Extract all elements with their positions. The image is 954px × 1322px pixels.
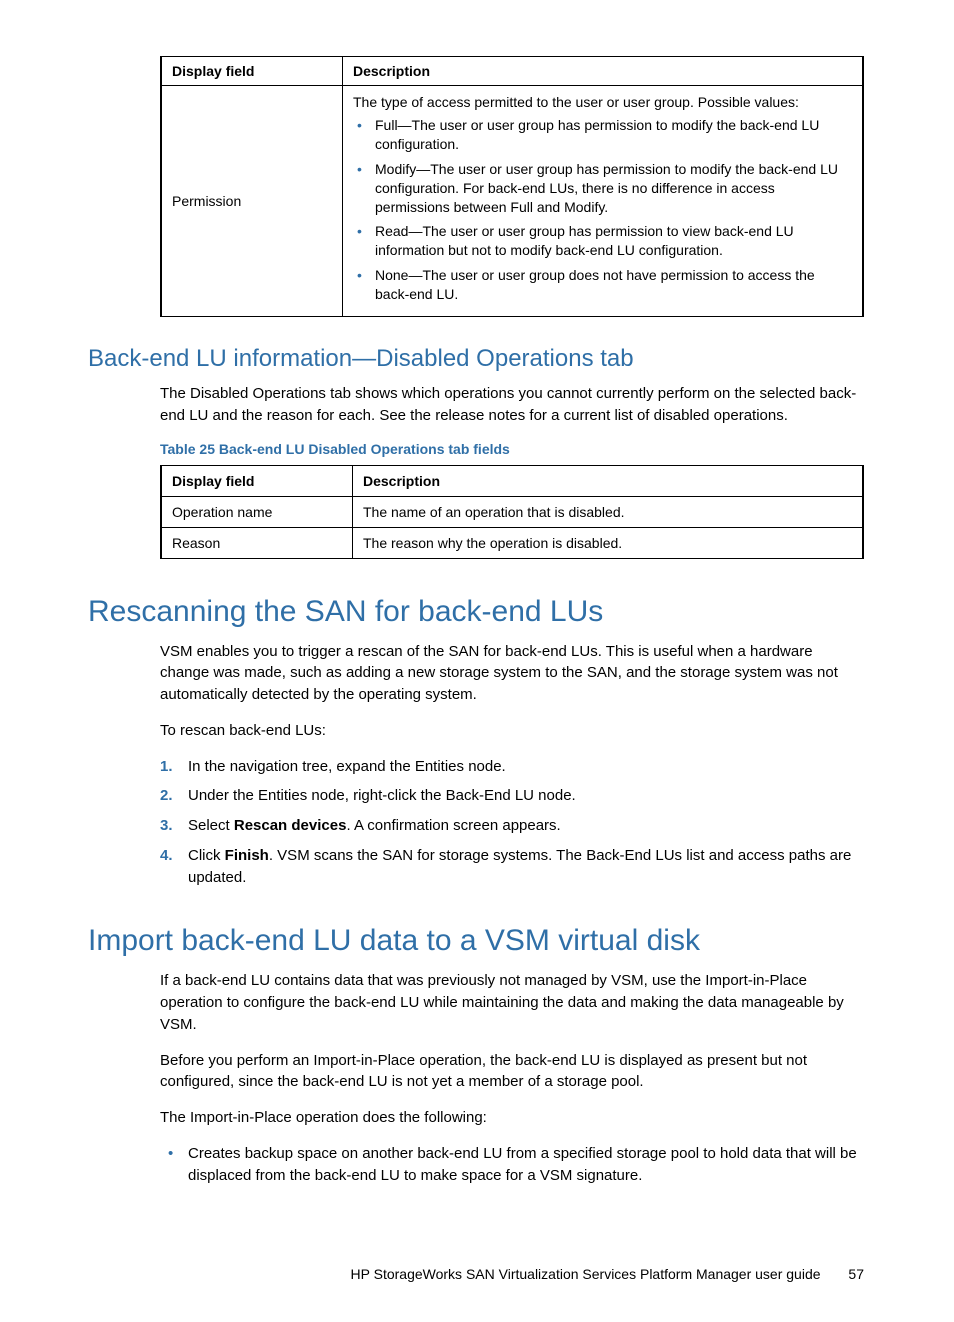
step-item: In the navigation tree, expand the Entit… xyxy=(188,756,864,778)
step-item: Select Rescan devices. A confirmation sc… xyxy=(188,815,864,837)
table-row: Reason The reason why the operation is d… xyxy=(161,527,863,558)
table-cell-desc: The type of access permitted to the user… xyxy=(343,86,864,317)
page-number: 57 xyxy=(848,1266,864,1282)
chapter-para: Before you perform an Import-in-Place op… xyxy=(88,1050,864,1094)
step-text-post: . VSM scans the SAN for storage systems.… xyxy=(188,847,851,886)
table-cell-desc: The reason why the operation is disabled… xyxy=(353,527,864,558)
list-item: Creates backup space on another back-end… xyxy=(188,1143,864,1187)
step-text-post: . A confirmation screen appears. xyxy=(346,817,560,834)
step-text-bold: Rescan devices xyxy=(234,817,347,834)
disabled-ops-table: Display field Description Operation name… xyxy=(160,465,864,559)
section-para: The Disabled Operations tab shows which … xyxy=(88,383,864,427)
table-caption: Table 25 Back-end LU Disabled Operations… xyxy=(160,441,864,457)
table-row: Operation name The name of an operation … xyxy=(161,496,863,527)
step-text-pre: Click xyxy=(188,847,225,864)
document-page: Display field Description Permission The… xyxy=(0,0,954,1322)
step-text-pre: Select xyxy=(188,817,234,834)
permission-table: Display field Description Permission The… xyxy=(160,56,864,317)
list-item: Modify—The user or user group has permis… xyxy=(375,160,852,217)
table-cell-field: Operation name xyxy=(161,496,353,527)
table-row: Permission The type of access permitted … xyxy=(161,86,863,317)
procedure-lead: To rescan back-end LUs: xyxy=(88,720,864,742)
step-item: Under the Entities node, right-click the… xyxy=(188,785,864,807)
list-item: Full—The user or user group has permissi… xyxy=(375,116,852,154)
chapter-heading-rescanning: Rescanning the SAN for back-end LUs xyxy=(88,595,864,629)
desc-intro: The type of access permitted to the user… xyxy=(353,94,852,110)
procedure-steps: In the navigation tree, expand the Entit… xyxy=(88,756,864,889)
table-cell-field: Reason xyxy=(161,527,353,558)
table-header-field: Display field xyxy=(161,57,343,86)
page-footer: HP StorageWorks SAN Virtualization Servi… xyxy=(88,1266,864,1282)
footer-text: HP StorageWorks SAN Virtualization Servi… xyxy=(351,1266,821,1282)
chapter-para: VSM enables you to trigger a rescan of t… xyxy=(88,641,864,706)
table-header-row: Display field Description xyxy=(161,465,863,496)
chapter-heading-import: Import back-end LU data to a VSM virtual… xyxy=(88,924,864,958)
table-header-row: Display field Description xyxy=(161,57,863,86)
permission-table-wrap: Display field Description Permission The… xyxy=(88,56,864,317)
import-actions-list: Creates backup space on another back-end… xyxy=(88,1143,864,1187)
list-item: Read—The user or user group has permissi… xyxy=(375,222,852,260)
step-item: Click Finish. VSM scans the SAN for stor… xyxy=(188,845,864,889)
chapter-para: The Import-in-Place operation does the f… xyxy=(88,1107,864,1129)
disabled-ops-table-wrap: Display field Description Operation name… xyxy=(88,465,864,559)
permission-values-list: Full—The user or user group has permissi… xyxy=(353,116,852,304)
table-cell-field: Permission xyxy=(161,86,343,317)
table-header-field: Display field xyxy=(161,465,353,496)
table-header-desc: Description xyxy=(343,57,864,86)
list-item: None—The user or user group does not hav… xyxy=(375,266,852,304)
table-header-desc: Description xyxy=(353,465,864,496)
step-text-bold: Finish xyxy=(225,847,269,864)
chapter-para: If a back-end LU contains data that was … xyxy=(88,970,864,1035)
section-heading-disabled-ops: Back-end LU information—Disabled Operati… xyxy=(88,345,864,373)
table-cell-desc: The name of an operation that is disable… xyxy=(353,496,864,527)
